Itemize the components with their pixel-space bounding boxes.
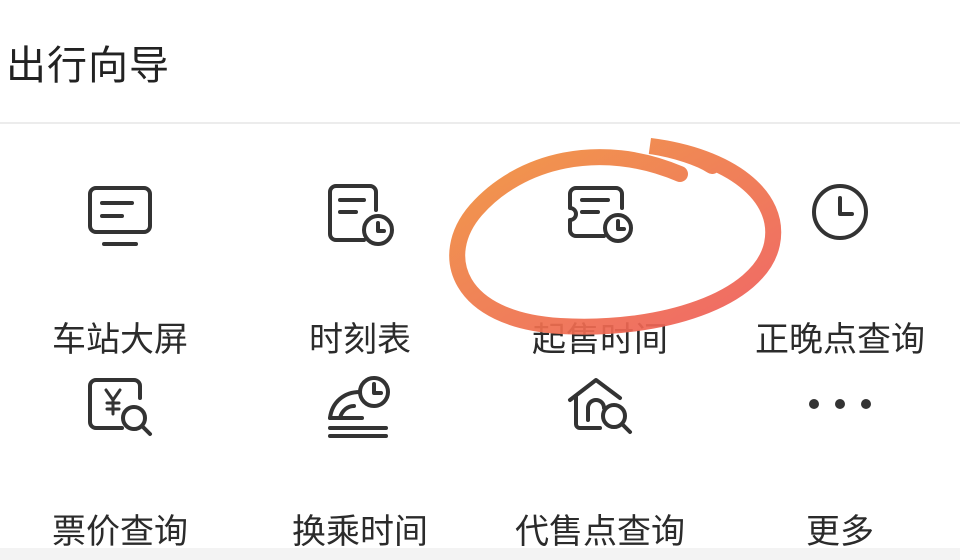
tile-transfer-time[interactable]: 换乘时间 (240, 372, 480, 560)
tile-label: 时刻表 (309, 320, 411, 360)
tile-sale-start-time[interactable]: 起售时间 (480, 180, 720, 370)
section-title: 出行向导 (6, 43, 170, 89)
tile-more[interactable]: 更多 (720, 372, 960, 560)
tile-label: 正晚点查询 (755, 320, 925, 360)
service-grid: 车站大屏 时刻表 起售时间 正晚点查询 票价查询 换乘时间 代售点查询 更多 (0, 124, 960, 552)
tile-agency-query[interactable]: 代售点查询 (480, 372, 720, 560)
train-clock-icon (320, 372, 400, 452)
bottom-separator (0, 548, 960, 560)
ticket-clock-icon (560, 180, 640, 260)
price-search-icon (80, 372, 160, 452)
tile-delay-query[interactable]: 正晚点查询 (720, 180, 960, 370)
house-search-icon (560, 372, 640, 452)
more-dots-icon (800, 372, 880, 452)
monitor-icon (80, 180, 160, 260)
tile-label: 车站大屏 (52, 320, 188, 360)
clock-icon (800, 180, 880, 260)
tile-station-screen[interactable]: 车站大屏 (0, 180, 240, 370)
tile-label: 起售时间 (532, 320, 668, 360)
tile-fare-query[interactable]: 票价查询 (0, 372, 240, 560)
tile-timetable[interactable]: 时刻表 (240, 180, 480, 370)
timetable-clock-icon (320, 180, 400, 260)
